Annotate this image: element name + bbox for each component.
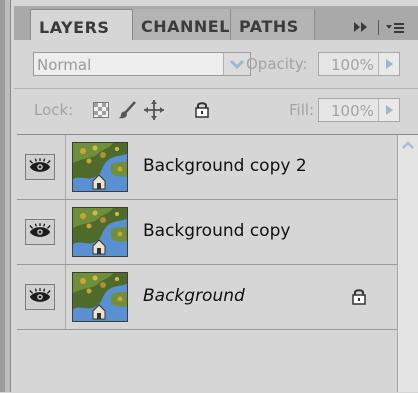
tab-channels[interactable]: CHANNEL (133, 9, 231, 40)
opacity-value: 100% (331, 56, 374, 74)
padlock-icon (351, 287, 367, 305)
divider (14, 88, 418, 89)
layer-thumbnail (72, 142, 128, 192)
blend-mode-value: Normal (37, 56, 92, 74)
tab-layers[interactable]: LAYERS (30, 9, 133, 40)
layer-name[interactable]: Background copy 2 (143, 156, 307, 176)
visibility-cell[interactable] (17, 265, 66, 329)
panel-tab-bar: LAYERS CHANNEL PATHS (14, 6, 418, 40)
layer-name[interactable]: Background (143, 286, 245, 306)
layer-row[interactable]: Background copy (17, 200, 397, 265)
fill-label: Fill: (289, 101, 315, 119)
layer-thumbnail (72, 207, 128, 257)
visibility-cell[interactable] (17, 200, 66, 264)
padlock-icon[interactable] (194, 100, 210, 118)
tab-paths[interactable]: PATHS (231, 9, 315, 40)
layers-scrollbar[interactable] (397, 134, 418, 392)
opacity-label: Opacity: (246, 55, 308, 73)
layer-row[interactable]: Background (17, 265, 397, 330)
checkerboard-icon[interactable] (93, 102, 109, 118)
layer-thumbnail (72, 272, 128, 322)
blend-mode-select[interactable]: Normal (33, 52, 251, 76)
blend-row: Normal Opacity: 100% (14, 48, 418, 82)
panel-menu-icon (354, 20, 404, 35)
visibility-toggle[interactable] (25, 154, 55, 180)
eye-icon (26, 155, 54, 179)
visibility-toggle[interactable] (25, 219, 55, 245)
fill-value: 100% (331, 102, 374, 120)
panel-dock-edge (0, 0, 10, 392)
brush-icon[interactable] (117, 100, 137, 120)
lock-row: Lock: Fill: 100% (14, 92, 418, 128)
move-icon[interactable] (143, 99, 165, 121)
fill-field[interactable]: 100% (318, 98, 400, 122)
chevron-right-icon (386, 59, 393, 69)
layers-list: Background copy 2 Background copy Backgr… (17, 134, 397, 393)
fill-slider-button[interactable] (378, 99, 399, 121)
chevron-right-icon (386, 105, 393, 115)
visibility-toggle[interactable] (25, 284, 55, 310)
layer-name[interactable]: Background copy (143, 221, 290, 241)
layer-row[interactable]: Background copy 2 (17, 135, 397, 200)
opacity-field[interactable]: 100% (318, 52, 400, 76)
eye-icon (26, 285, 54, 309)
eye-icon (26, 220, 54, 244)
chevron-up-icon[interactable] (399, 136, 417, 154)
panel-menu-button[interactable] (348, 17, 418, 37)
lock-label: Lock: (34, 101, 74, 119)
visibility-cell[interactable] (17, 135, 66, 199)
opacity-slider-button[interactable] (378, 53, 399, 75)
